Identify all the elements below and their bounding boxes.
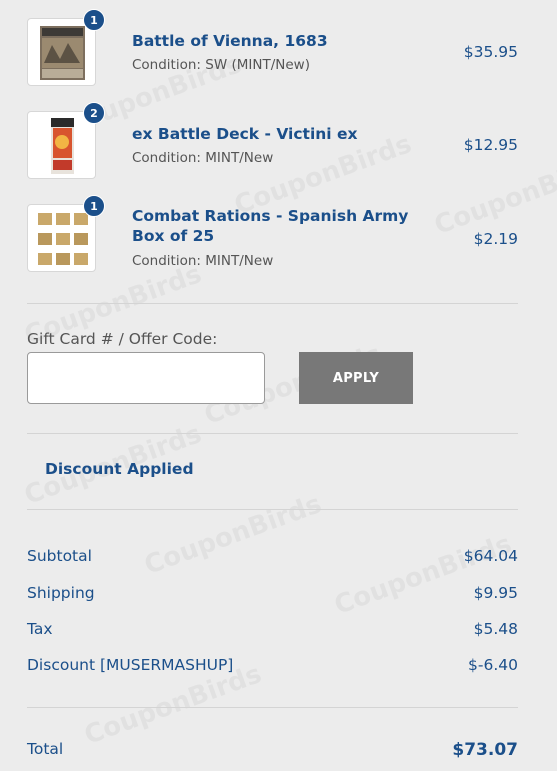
item-name[interactable]: ex Battle Deck - Victini ex [132,124,437,144]
quantity-badge: 2 [83,102,105,124]
item-price: $2.19 [473,230,518,248]
cart-item: 1 Combat Rations - Spanish Army Box of 2… [27,195,518,274]
shipping-row: Shipping $9.95 [27,584,518,606]
product-thumbnail[interactable]: 1 [27,195,105,272]
item-name[interactable]: Combat Rations - Spanish Army Box of 25 [132,206,437,246]
divider [27,433,518,434]
gift-card-input[interactable] [27,352,265,404]
divider [27,509,518,510]
quantity-badge: 1 [83,9,105,31]
item-price: $35.95 [463,43,518,61]
tax-value: $5.48 [473,620,518,638]
cart-item: 2 ex Battle Deck - Victini ex Condition:… [27,102,518,181]
item-name[interactable]: Battle of Vienna, 1683 [132,31,437,51]
item-condition: Condition: SW (MINT/New) [132,57,310,73]
product-thumbnail[interactable]: 2 [27,102,105,179]
subtotal-value: $64.04 [463,547,518,565]
discount-applied-label: Discount Applied [45,460,194,478]
discount-value: $-6.40 [468,656,518,674]
subtotal-row: Subtotal $64.04 [27,547,518,569]
discount-row: Discount [MUSERMASHUP] $-6.40 [27,656,518,678]
tax-row: Tax $5.48 [27,620,518,642]
apply-button[interactable]: APPLY [299,352,413,404]
shipping-value: $9.95 [473,584,518,602]
item-condition: Condition: MINT/New [132,150,274,166]
divider [27,707,518,708]
tax-label: Tax [27,620,53,638]
boardgame-box-art-icon [32,23,91,81]
total-label: Total [27,740,64,758]
ration-crates-icon [32,209,91,267]
cart-item: 1 Battle of Vienna, 1683 Condition: SW (… [27,9,518,88]
item-condition: Condition: MINT/New [132,253,274,269]
quantity-badge: 1 [83,195,105,217]
gift-card-label: Gift Card # / Offer Code: [27,330,218,348]
shipping-label: Shipping [27,584,95,602]
total-row: Total $73.07 [27,740,518,762]
card-deck-box-icon [32,116,91,174]
discount-label: Discount [MUSERMASHUP] [27,656,234,674]
item-price: $12.95 [463,136,518,154]
total-value: $73.07 [452,740,518,760]
product-thumbnail[interactable]: 1 [27,9,105,86]
subtotal-label: Subtotal [27,547,92,565]
divider [27,303,518,304]
